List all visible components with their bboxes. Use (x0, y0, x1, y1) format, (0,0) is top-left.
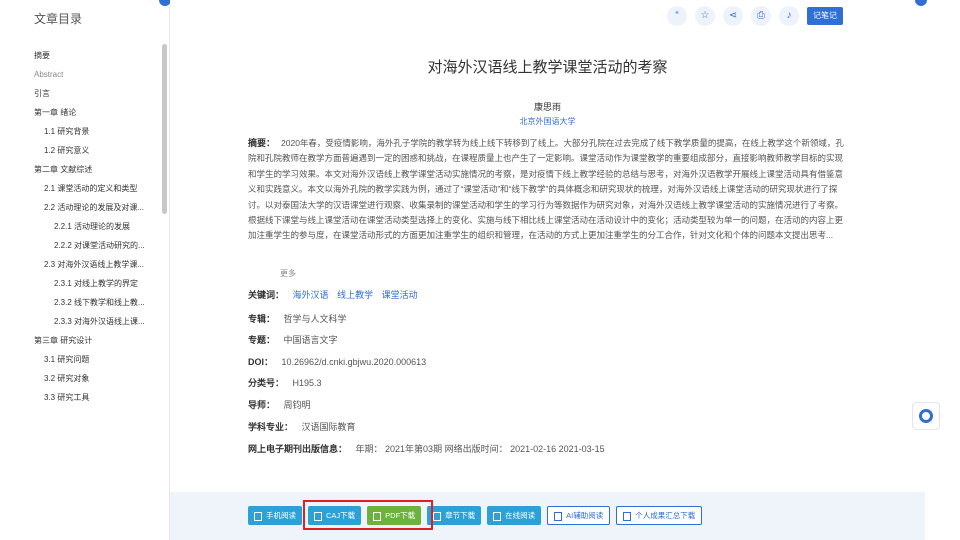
advisor-label: 导师： (248, 400, 276, 410)
article-toolbar: “ ☆ ⋖ ⎙ ♪ 记笔记 (667, 6, 843, 26)
album-value: 哲学与人文科学 (283, 314, 347, 324)
caj-download-label: CAJ下载 (326, 511, 356, 520)
pdf-download-button[interactable]: PDF下载 (367, 506, 422, 525)
page: 文章目录 摘要 Abstract 引言 第一章 绪论 1.1 研究背景 1.2 研究意义第… (0, 0, 960, 540)
pdf-icon (373, 511, 382, 521)
classification-value: H195.3 (292, 378, 322, 388)
personal-results-label: 个人成果汇总下载 (635, 511, 696, 520)
abstract: 摘要： 2020年春，受疫情影响，海外孔子学院的教学转为线上线下转移到了线上。大部… (248, 136, 848, 244)
abstract-label: 摘要： (248, 138, 276, 148)
pdf-download-label: PDF下载 (385, 511, 416, 520)
toc-item[interactable]: Abstract (22, 65, 162, 84)
toc-sidebar: 文章目录 摘要 Abstract 引言 第一章 绪论 1.1 研究背景 1.2 研究意义第… (22, 0, 171, 540)
bell-icon[interactable]: ♪ (779, 6, 799, 26)
keywords-row: 关键词： 海外汉语 线上教学 课堂活动 (248, 288, 424, 302)
toc-item[interactable]: 3.3 研究工具 (22, 388, 162, 407)
classification-row: 分类号： H195.3 (248, 376, 322, 390)
ai-assistant-icon[interactable] (912, 402, 940, 430)
topic-value: 中国语言文字 (283, 335, 338, 345)
major-row: 学科专业： 汉语国际教育 (248, 420, 356, 434)
star-icon[interactable]: ☆ (695, 6, 715, 26)
topic-label: 专题： (248, 335, 276, 345)
doi-row: DOI： 10.26962/d.cnki.gbjwu.2020.000613 (248, 355, 426, 369)
download-icon (623, 511, 632, 521)
toc-item[interactable]: 第二章 文献综述 (22, 160, 162, 179)
ai-icon (554, 511, 563, 521)
article-title: 对海外汉语线上教学课堂活动的考察 (427, 59, 668, 76)
chapter-download-button[interactable]: 章节下载 (427, 506, 482, 525)
toc-item[interactable]: 2.2.2 对课堂活动研究的... (22, 236, 162, 255)
toc-item[interactable]: 第一章 绪论 (22, 103, 162, 122)
keyword-link[interactable]: 线上教学 (337, 290, 373, 300)
article-main: “ ☆ ⋖ ⎙ ♪ 记笔记 对海外汉语线上教学课堂活动的考察 康思雨 北京外国语… (170, 0, 925, 540)
toc-item[interactable]: 3.1 研究问题 (22, 350, 162, 369)
phone-icon (254, 511, 262, 521)
publication-label: 网上电子期刊出版信息： (248, 444, 348, 454)
print-icon[interactable]: ⎙ (751, 6, 771, 26)
major-value: 汉语国际教育 (301, 422, 356, 432)
toc-item[interactable]: 3.2 研究对象 (22, 369, 162, 388)
publication-value: 年期： 2021年第03期 网络出版时间： 2021-02-16 2021-03… (355, 444, 605, 454)
toc-item[interactable]: 引言 (22, 84, 162, 103)
toc-item[interactable]: 1.1 研究背景 (22, 122, 162, 141)
toc-item[interactable]: 第三章 研究设计 (22, 331, 162, 350)
online-read-button[interactable]: 在线阅读 (487, 506, 542, 525)
topic-row: 专题： 中国语言文字 (248, 333, 338, 347)
mobile-read-label: 手机阅读 (266, 511, 296, 520)
major-label: 学科专业： (248, 422, 294, 432)
keyword-link[interactable]: 海外汉语 (293, 290, 329, 300)
toc-item[interactable]: 2.2 活动理论的发展及对课... (22, 198, 162, 217)
quote-icon[interactable]: “ (667, 6, 687, 26)
keywords-label: 关键词： (248, 290, 285, 300)
download-bar: 手机阅读 CAJ下载 PDF下载 章节下载 在线阅读 AI辅助阅读 个人成果汇总… (170, 492, 925, 540)
advisor-value[interactable]: 周钧明 (284, 400, 311, 410)
keyword-link[interactable]: 课堂活动 (382, 290, 418, 300)
mobile-read-button[interactable]: 手机阅读 (248, 506, 302, 525)
take-note-button[interactable]: 记笔记 (807, 7, 843, 25)
download-buttons: 手机阅读 CAJ下载 PDF下载 章节下载 在线阅读 AI辅助阅读 个人成果汇总… (248, 506, 703, 525)
article-affiliation[interactable]: 北京外国语大学 (170, 116, 925, 127)
toc-item[interactable]: 1.2 研究意义 (22, 141, 162, 160)
toc-item[interactable]: 2.2.1 活动理论的发展 (22, 217, 162, 236)
right-gutter (925, 0, 960, 540)
toc-item[interactable]: 摘要 (22, 46, 162, 65)
publication-row: 网上电子期刊出版信息： 年期： 2021年第03期 网络出版时间： 2021-0… (248, 442, 605, 456)
abstract-text: 2020年春，受疫情影响，海外孔子学院的教学转为线上线下转移到了线上。大部分孔院… (248, 138, 844, 241)
article-author[interactable]: 康思雨 (170, 100, 925, 113)
ai-read-label: AI辅助阅读 (566, 511, 604, 520)
doi-label: DOI： (248, 357, 274, 367)
personal-results-download-button[interactable]: 个人成果汇总下载 (616, 506, 703, 525)
ai-read-button[interactable]: AI辅助阅读 (547, 506, 611, 525)
advisor-row: 导师： 周钧明 (248, 398, 311, 412)
doi-value: 10.26962/d.cnki.gbjwu.2020.000613 (281, 357, 427, 367)
toc-title: 文章目录 (34, 12, 83, 26)
toc-item[interactable]: 2.1 课堂活动的定义和类型 (22, 179, 162, 198)
toc-item[interactable]: 2.3.2 线下教学和线上教... (22, 293, 162, 312)
toc-item[interactable]: 2.3.3 对海外汉语线上课... (22, 312, 162, 331)
book-icon (314, 511, 322, 521)
share-icon[interactable]: ⋖ (723, 6, 743, 26)
book-icon (433, 511, 442, 521)
toc-item[interactable]: 2.3.1 对线上教学的界定 (22, 274, 162, 293)
online-read-label: 在线阅读 (505, 511, 536, 520)
album-label: 专辑： (248, 314, 276, 324)
toc-scrollbar[interactable] (162, 44, 167, 214)
classification-label: 分类号： (248, 378, 285, 388)
caj-download-button[interactable]: CAJ下载 (308, 506, 362, 525)
toc-item[interactable]: 2.3 对海外汉语线上教学课... (22, 255, 162, 274)
abstract-more-link[interactable]: 更多 (280, 268, 296, 279)
toc-list: 摘要 Abstract 引言 第一章 绪论 1.1 研究背景 1.2 研究意义 第二章 文献… (22, 46, 162, 407)
album-row: 专辑： 哲学与人文科学 (248, 312, 347, 326)
book-icon (493, 511, 502, 521)
chapter-download-label: 章节下载 (445, 511, 476, 520)
